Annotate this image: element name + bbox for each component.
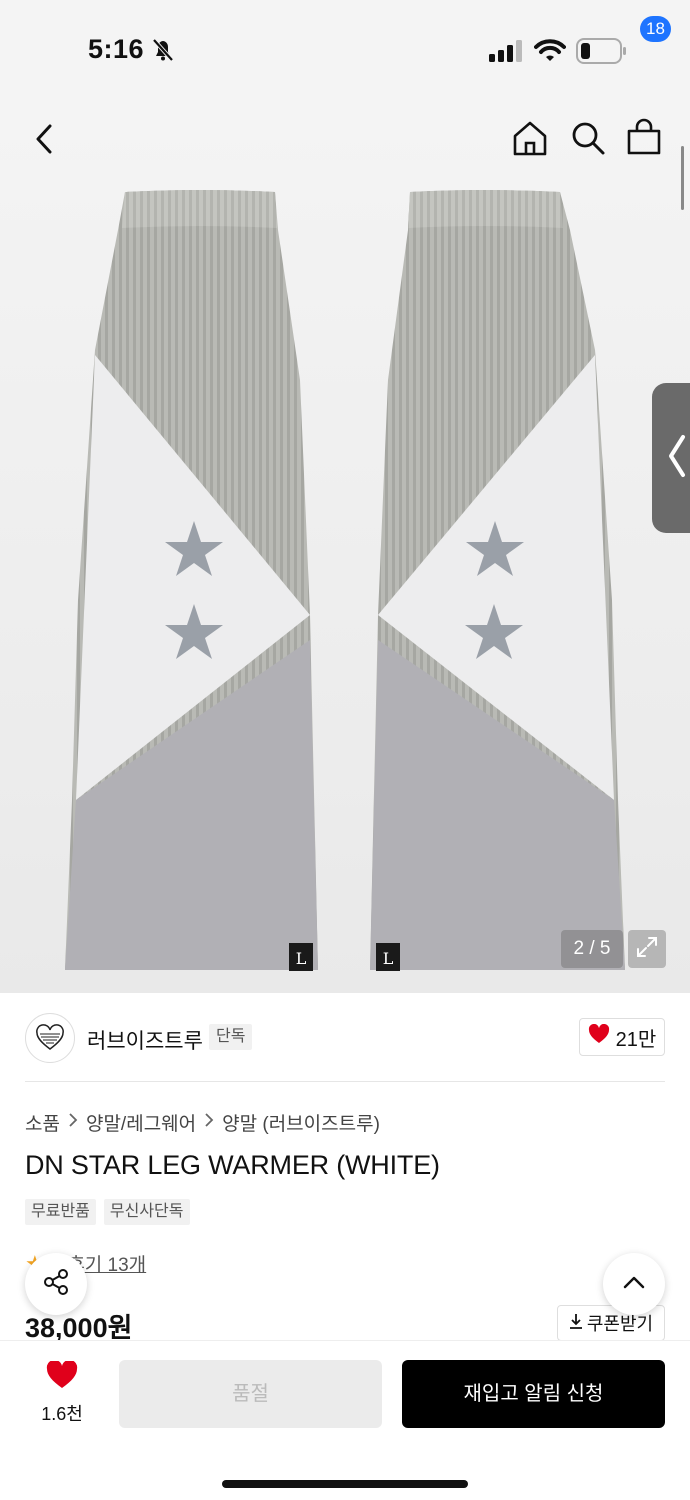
share-button[interactable]: [25, 1253, 87, 1315]
top-navigation: [0, 100, 690, 180]
exclusive-badge: 단독: [209, 1024, 253, 1050]
soldout-button[interactable]: 품절: [119, 1360, 382, 1428]
brand-name[interactable]: 러브이즈트루: [87, 1025, 203, 1055]
restock-alert-button[interactable]: 재입고 알림 신청: [402, 1360, 665, 1428]
free-return-chip: 무료반품: [25, 1199, 96, 1225]
side-panel-tab[interactable]: [652, 383, 690, 533]
leg-warmer-image: L L: [65, 190, 625, 971]
expand-icon: [635, 935, 659, 964]
brand-like-count: 21만: [615, 1028, 657, 1051]
battery-icon: [576, 38, 628, 69]
product-image-gallery[interactable]: L L: [0, 100, 690, 993]
chevron-right-icon: [204, 1112, 214, 1133]
expand-image-button[interactable]: [628, 930, 666, 968]
heart-icon: [588, 1023, 610, 1050]
heart-logo-icon: [36, 1024, 64, 1050]
product-title: DN STAR LEG WARMER (WHITE): [25, 1150, 440, 1180]
chevron-up-icon: [622, 1274, 646, 1295]
image-counter: 2 / 5: [561, 930, 623, 968]
cart-count-badge: 18: [640, 16, 671, 42]
search-icon[interactable]: [568, 118, 608, 163]
breadcrumb-item[interactable]: 소품: [25, 1109, 60, 1136]
status-bar: 5:16: [0, 0, 690, 100]
bell-slash-icon: [150, 38, 176, 67]
breadcrumb: 소품 양말/레그웨어 양말 (러브이즈트루): [25, 1109, 380, 1136]
home-indicator[interactable]: [222, 1480, 468, 1488]
download-icon: [569, 1313, 583, 1334]
chevron-right-icon: [68, 1112, 78, 1133]
wishlist-count: 1.6천: [41, 1404, 83, 1424]
wishlist-button[interactable]: 1.6천: [26, 1359, 98, 1427]
coupon-label: 쿠폰받기: [586, 1314, 654, 1334]
cellular-signal-icon: [489, 40, 523, 67]
bottom-action-bar: 1.6천 품절 재입고 알림 신청: [0, 1340, 690, 1500]
heart-icon: [46, 1359, 78, 1394]
status-time: 5:16: [88, 34, 145, 64]
brand-tag-letter-right: L: [383, 949, 394, 968]
breadcrumb-item[interactable]: 양말/레그웨어: [86, 1109, 196, 1136]
scroll-top-button[interactable]: [603, 1253, 665, 1315]
brand-row[interactable]: 러브이즈트루 단독 21만: [25, 1010, 665, 1064]
scroll-indicator[interactable]: [681, 146, 684, 210]
divider: [25, 1081, 665, 1082]
shopping-bag-icon[interactable]: [624, 118, 664, 163]
brand-tag-letter: L: [296, 949, 307, 968]
wifi-icon: [534, 38, 566, 67]
product-chips: 무료반품 무신사단독: [25, 1199, 190, 1225]
exclusive-chip: 무신사단독: [103, 1199, 190, 1225]
breadcrumb-item[interactable]: 양말 (러브이즈트루): [222, 1109, 380, 1136]
back-arrow-icon[interactable]: [28, 122, 60, 161]
chevron-left-icon: [667, 433, 687, 484]
brand-logo[interactable]: [25, 1013, 75, 1063]
share-icon: [41, 1267, 71, 1302]
home-icon[interactable]: [510, 118, 550, 163]
brand-like-button[interactable]: 21만: [579, 1018, 665, 1056]
